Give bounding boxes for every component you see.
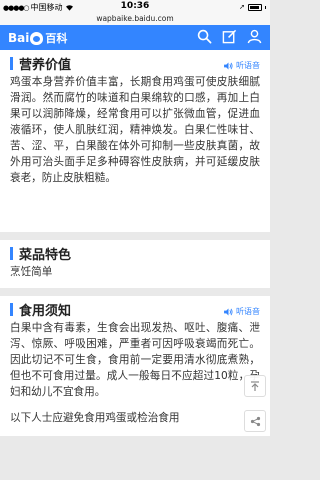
- share-button[interactable]: [244, 410, 266, 432]
- section-extra-text: 以下人士应避免食用鸡蛋或检治食用: [10, 412, 180, 424]
- section-nutrition: 营养价值 听语音 鸡蛋本身营养价值丰富，长期食用鸡蛋可使皮肤细腻滑润。然而腐竹的…: [0, 50, 270, 232]
- logo-text: Bai: [8, 31, 30, 45]
- section-header: 食用须知 听语音: [10, 296, 260, 319]
- logo-suffix: 百科: [45, 32, 68, 45]
- listen-label: 听语音: [236, 307, 260, 316]
- url-bar[interactable]: wapbaike.baidu.com: [0, 14, 270, 25]
- battery-icon: [248, 3, 262, 11]
- listen-button[interactable]: 听语音: [224, 60, 260, 71]
- speaker-icon: [224, 307, 233, 316]
- header-actions: [197, 29, 262, 44]
- section-title: 食用须知: [19, 303, 72, 319]
- search-icon[interactable]: [197, 29, 212, 44]
- battery-tip-icon: [265, 5, 266, 9]
- section-text: 鸡蛋本身营养价值丰富，长期食用鸡蛋可使皮肤细腻滑润。然而腐竹的味道和白果绵软的口…: [10, 76, 260, 184]
- section-title: 菜品特色: [19, 247, 72, 263]
- site-header: Bai 百科: [0, 25, 270, 50]
- section-text: 白果中含有毒素，生食会出现发热、呕吐、腹痛、泄泻、惊厥、呼吸困难，严重者可因呼吸…: [10, 322, 260, 398]
- section-header: 营养价值 听语音: [10, 50, 260, 73]
- status-icons: ➚: [239, 3, 266, 11]
- listen-button[interactable]: 听语音: [224, 306, 260, 317]
- share-icon: [250, 416, 260, 426]
- listen-label: 听语音: [236, 61, 260, 70]
- section-notes: 食用须知 听语音 白果中含有毒素，生食会出现发热、呕吐、腹痛、泄泻、惊厥、呼吸困…: [0, 296, 270, 436]
- location-icon: ➚: [239, 3, 245, 11]
- section-features: 菜品特色 烹饪简单: [0, 240, 270, 288]
- back-to-top-icon: [251, 380, 259, 391]
- section-title: 营养价值: [19, 57, 72, 73]
- article-content: 营养价值 听语音 鸡蛋本身营养价值丰富，长期食用鸡蛋可使皮肤细腻滑润。然而腐竹的…: [0, 50, 270, 444]
- section-header: 菜品特色: [10, 240, 260, 263]
- baidu-baike-logo[interactable]: Bai 百科: [8, 30, 67, 46]
- speaker-icon: [224, 61, 233, 70]
- status-bar: ●●●●○ 中国移动 10:36 ➚: [0, 0, 270, 14]
- user-icon[interactable]: [247, 29, 262, 44]
- back-to-top-button[interactable]: [244, 375, 266, 397]
- section-accent-bar: [10, 246, 13, 260]
- paw-icon: [30, 31, 44, 45]
- section-text: 烹饪简单: [10, 266, 53, 278]
- edit-icon[interactable]: [222, 29, 237, 44]
- section-accent-bar: [10, 56, 13, 70]
- clock: 10:36: [120, 1, 150, 11]
- section-accent-bar: [10, 302, 13, 316]
